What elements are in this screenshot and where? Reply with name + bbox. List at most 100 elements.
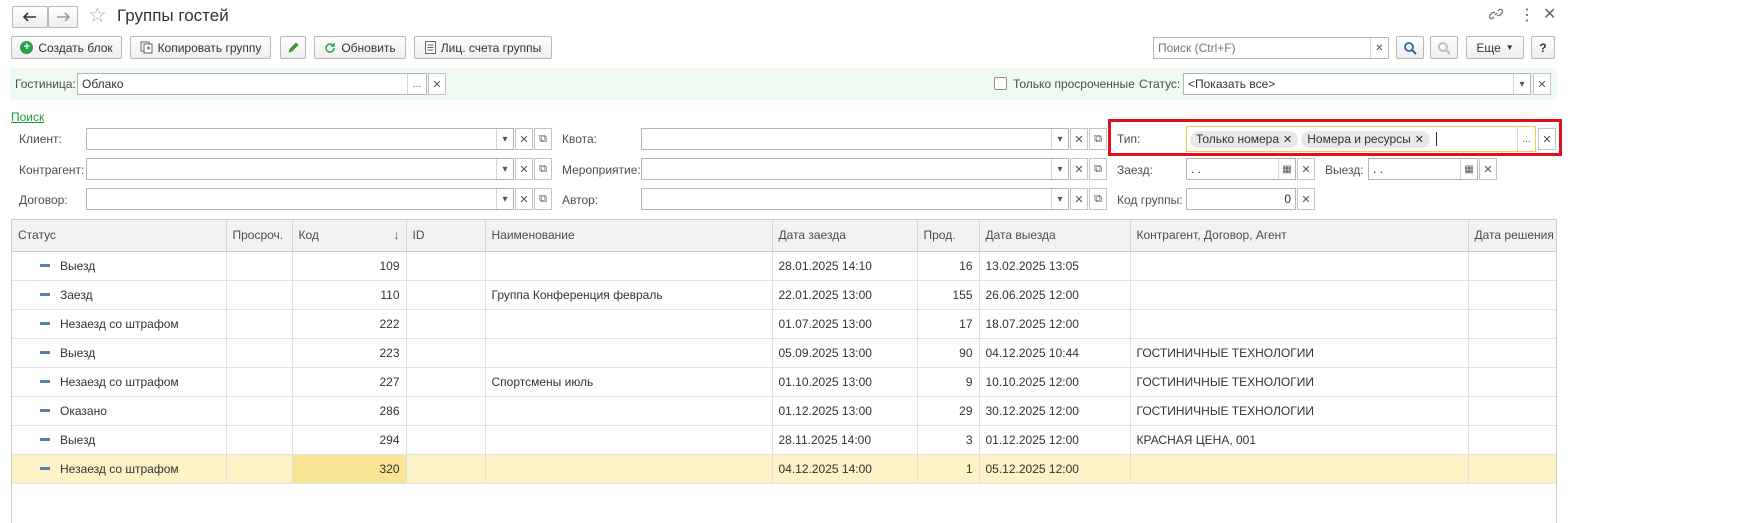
open-counterparty-icon[interactable]: ⧉ <box>534 158 552 180</box>
copy-group-button[interactable]: Копировать группу <box>130 36 271 59</box>
cell-overdue[interactable] <box>226 251 293 281</box>
counterparty-field[interactable]: ▾ <box>86 158 514 180</box>
search-input[interactable] <box>1154 38 1370 58</box>
cell-dur[interactable]: 90 <box>917 338 980 368</box>
col-status[interactable]: Статус <box>12 220 227 252</box>
cell-id[interactable] <box>406 367 486 397</box>
cell-id[interactable] <box>406 338 486 368</box>
cell-dur[interactable]: 3 <box>917 425 980 455</box>
select-ellipsis-icon[interactable]: ... <box>1517 127 1535 151</box>
cell-code[interactable]: 222 <box>292 309 407 339</box>
cell-decision[interactable] <box>1468 367 1556 397</box>
col-name[interactable]: Наименование <box>485 220 773 252</box>
cell-id[interactable] <box>406 280 486 310</box>
overdue-only-label[interactable]: Только просроченные <box>1013 77 1135 91</box>
cell-overdue[interactable] <box>226 454 293 484</box>
clear-quota-icon[interactable]: ✕ <box>1070 128 1088 150</box>
table-row[interactable]: Выезд 109 28.01.2025 14:10 16 13.02.2025 13:… <box>12 251 1556 281</box>
chevron-down-icon[interactable]: ▾ <box>1051 129 1068 149</box>
clear-contract-icon[interactable]: ✕ <box>515 188 533 210</box>
clear-search-icon[interactable]: ✕ <box>1370 38 1388 58</box>
cell-dur[interactable]: 16 <box>917 251 980 281</box>
cell-status[interactable]: Заезд <box>12 280 227 310</box>
clear-counterparty-icon[interactable]: ✕ <box>515 158 533 180</box>
cell-decision[interactable] <box>1468 280 1556 310</box>
cell-decision[interactable] <box>1468 338 1556 368</box>
cell-checkout[interactable]: 18.07.2025 12:00 <box>979 309 1131 339</box>
cell-decision[interactable] <box>1468 454 1556 484</box>
col-id[interactable]: ID <box>406 220 486 252</box>
open-client-icon[interactable]: ⧉ <box>534 128 552 150</box>
cell-overdue[interactable] <box>226 425 293 455</box>
create-block-button[interactable]: + Создать блок <box>11 36 122 59</box>
author-field[interactable]: ▾ <box>641 188 1069 210</box>
search-link[interactable]: Поиск <box>11 110 44 124</box>
chevron-down-icon[interactable]: ▾ <box>496 129 513 149</box>
remove-tag-icon[interactable]: ✕ <box>1415 133 1424 146</box>
open-event-icon[interactable]: ⧉ <box>1089 158 1107 180</box>
type-tag-rooms-only[interactable]: Только номера ✕ <box>1190 130 1299 148</box>
clear-event-icon[interactable]: ✕ <box>1070 158 1088 180</box>
cell-checkout[interactable]: 04.12.2025 10:44 <box>979 338 1131 368</box>
clear-checkin-icon[interactable]: ✕ <box>1297 158 1315 180</box>
clear-hotel-icon[interactable]: ✕ <box>428 73 446 95</box>
clear-client-icon[interactable]: ✕ <box>515 128 533 150</box>
cell-code[interactable]: 320 <box>292 454 407 484</box>
cell-code[interactable]: 286 <box>292 396 407 426</box>
cell-code[interactable]: 223 <box>292 338 407 368</box>
cell-agent[interactable] <box>1130 251 1469 281</box>
cell-checkin[interactable]: 05.09.2025 13:00 <box>772 338 918 368</box>
cell-dur[interactable]: 1 <box>917 454 980 484</box>
search-button[interactable] <box>1396 36 1424 59</box>
clear-status-icon[interactable]: ✕ <box>1533 73 1551 95</box>
cell-status[interactable]: Незаезд со штрафом <box>12 367 227 397</box>
table-row[interactable]: Выезд 294 28.11.2025 14:00 3 01.12.2025 12:0… <box>12 425 1556 455</box>
cell-checkin[interactable]: 01.12.2025 13:00 <box>772 396 918 426</box>
cell-status[interactable]: Оказано <box>12 396 227 426</box>
cell-id[interactable] <box>406 251 486 281</box>
cell-code[interactable]: 294 <box>292 425 407 455</box>
cell-checkin[interactable]: 01.10.2025 13:00 <box>772 367 918 397</box>
close-window-icon[interactable]: ✕ <box>1543 4 1556 24</box>
cell-dur[interactable]: 155 <box>917 280 980 310</box>
cell-code[interactable]: 109 <box>292 251 407 281</box>
type-tag-rooms-resources[interactable]: Номера и ресурсы ✕ <box>1301 130 1430 148</box>
clear-author-icon[interactable]: ✕ <box>1070 188 1088 210</box>
cell-checkout[interactable]: 05.12.2025 12:00 <box>979 454 1131 484</box>
cell-checkin[interactable]: 04.12.2025 14:00 <box>772 454 918 484</box>
cell-checkout[interactable]: 10.10.2025 12:00 <box>979 367 1131 397</box>
cell-decision[interactable] <box>1468 309 1556 339</box>
cell-checkin[interactable]: 22.01.2025 13:00 <box>772 280 918 310</box>
cell-checkout[interactable]: 01.12.2025 12:00 <box>979 425 1131 455</box>
cell-status[interactable]: Незаезд со штрафом <box>12 309 227 339</box>
open-author-icon[interactable]: ⧉ <box>1089 188 1107 210</box>
contract-field[interactable]: ▾ <box>86 188 514 210</box>
cell-checkin[interactable]: 28.11.2025 14:00 <box>772 425 918 455</box>
cell-agent[interactable] <box>1130 280 1469 310</box>
col-checkout[interactable]: Дата выезда <box>979 220 1131 252</box>
cell-name[interactable] <box>485 454 773 484</box>
cell-agent[interactable]: ГОСТИНИЧНЫЕ ТЕХНОЛОГИИ <box>1130 367 1469 397</box>
cell-decision[interactable] <box>1468 425 1556 455</box>
table-row[interactable]: Оказано 286 01.12.2025 13:00 29 30.12.2025 1… <box>12 396 1556 426</box>
col-duration[interactable]: Прод. <box>917 220 980 252</box>
cell-agent[interactable]: КРАСНАЯ ЦЕНА, 001 <box>1130 425 1469 455</box>
cell-id[interactable] <box>406 309 486 339</box>
type-field[interactable]: Только номера ✕ Номера и ресурсы ✕ ... <box>1186 126 1536 152</box>
calendar-icon[interactable]: ▦ <box>1278 159 1295 179</box>
table-row[interactable]: Незаезд со штрафом 227 Спортсмены июль 01.1… <box>12 367 1556 397</box>
col-overdue[interactable]: Просроч. <box>226 220 293 252</box>
clear-type-icon[interactable]: ✕ <box>1538 128 1556 150</box>
cell-id[interactable] <box>406 396 486 426</box>
quota-field[interactable]: ▾ <box>641 128 1069 150</box>
cell-agent[interactable] <box>1130 309 1469 339</box>
cell-overdue[interactable] <box>226 280 293 310</box>
table-row[interactable]: Заезд 110 Группа Конференция февраль 22.01.… <box>12 280 1556 310</box>
col-checkin[interactable]: Дата заезда <box>772 220 918 252</box>
link-icon[interactable] <box>1488 7 1504 24</box>
chevron-down-icon[interactable]: ▾ <box>1513 74 1530 94</box>
cell-checkout[interactable]: 26.06.2025 12:00 <box>979 280 1131 310</box>
refresh-button[interactable]: Обновить <box>314 36 406 59</box>
favorite-star-icon[interactable]: ☆ <box>88 4 107 28</box>
cell-id[interactable] <box>406 454 486 484</box>
